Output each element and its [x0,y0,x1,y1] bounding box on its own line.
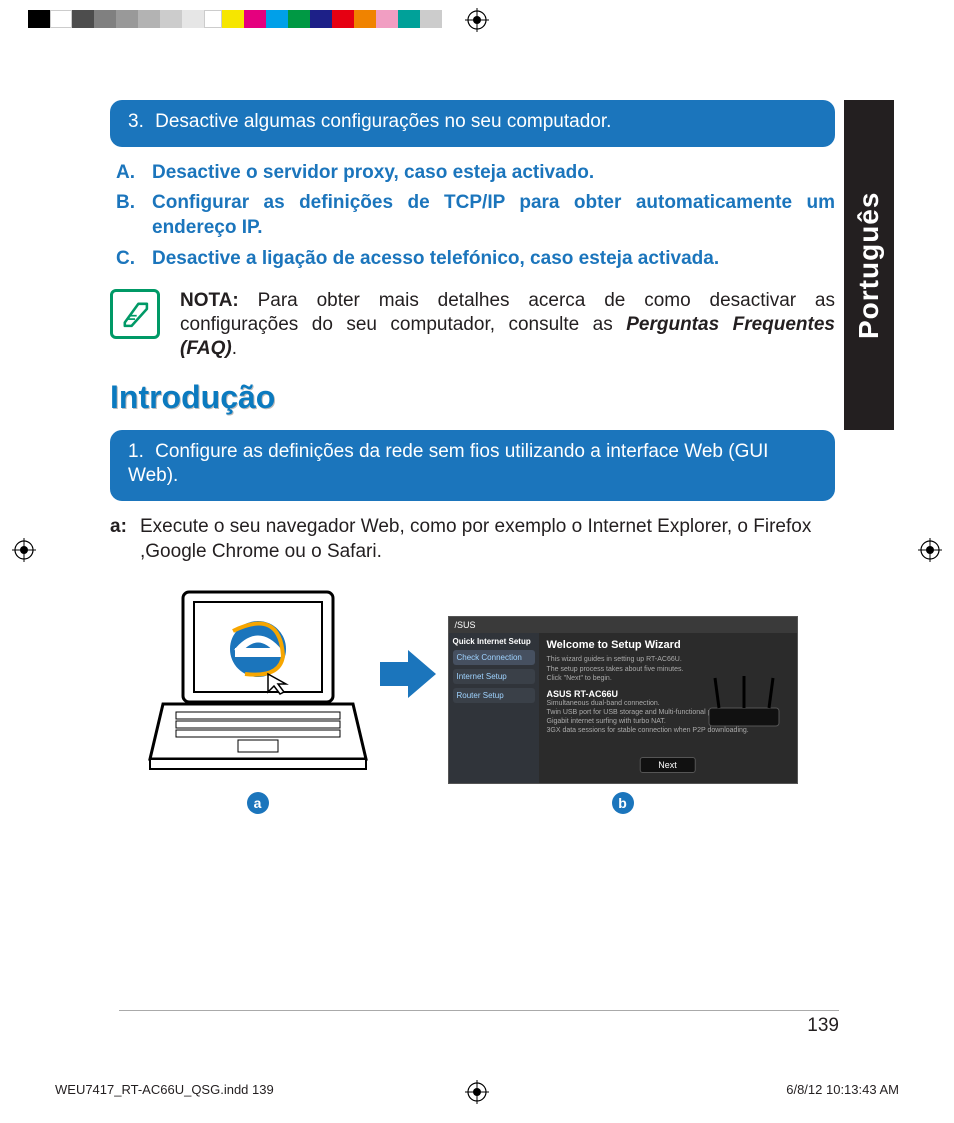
figure-label-b: b [612,792,634,814]
note-text: NOTA: Para obter mais detalhes acerca de… [180,289,835,360]
color-swatch [50,10,72,28]
step-1-number: 1. [128,441,144,462]
wizard-side-item: Router Setup [453,688,535,703]
step-a-text: Execute o seu navegador Web, como por ex… [140,515,835,564]
step-3-text: Desactive algumas configurações no seu c… [155,111,611,132]
note-row: NOTA: Para obter mais detalhes acerca de… [110,289,835,360]
color-swatch [244,10,266,28]
note-tail: . [232,338,237,359]
color-swatch [116,10,138,28]
color-swatch [182,10,204,28]
step-3-number: 3. [128,111,144,132]
abc-item-c: C. Desactive a ligação de acesso telefón… [116,247,835,272]
wizard-intro: This wizard guides in setting up RT-AC66… [547,655,789,664]
page-number: 139 [119,1010,839,1037]
color-swatch [420,10,442,28]
color-swatch [28,10,50,28]
section-title: Introdução [110,379,835,416]
laptop-icon [148,584,368,784]
wizard-intro: The setup process takes about five minut… [547,665,789,674]
abc-item-a: A. Desactive o servidor proxy, caso este… [116,161,835,186]
wizard-brand: /SUS [449,617,797,633]
note-icon [110,289,160,339]
note-label: NOTA: [180,290,239,311]
abc-text: Configurar as definições de TCP/IP para … [152,191,835,240]
color-swatch [310,10,332,28]
abc-label: C. [116,247,152,272]
registration-mark-icon [918,538,942,562]
color-swatch [204,10,222,28]
figure-label-a: a [247,792,269,814]
color-swatch [376,10,398,28]
registration-mark-icon [12,538,36,562]
abc-item-b: B. Configurar as definições de TCP/IP pa… [116,191,835,240]
color-swatch [72,10,94,28]
step-1-text: Configure as definições da rede sem fios… [128,441,768,487]
color-swatch [160,10,182,28]
color-swatch [354,10,376,28]
language-tab: Português [844,100,894,430]
step-a-label: a: [110,515,140,564]
wizard-main: Welcome to Setup Wizard This wizard guid… [539,633,797,783]
wizard-title: Welcome to Setup Wizard [547,639,789,651]
color-calibration-bar [28,10,926,28]
color-swatch [222,10,244,28]
arrow-right-icon [378,644,438,704]
figure-b: /SUS Quick Internet Setup Check Connecti… [448,616,798,814]
abc-list: A. Desactive o servidor proxy, caso este… [116,161,835,272]
figure-row: a /SUS Quick Internet Setup Check Connec… [110,584,835,814]
router-icon [699,673,789,733]
color-swatch [94,10,116,28]
wizard-side-item: Internet Setup [453,669,535,684]
figure-a: a [148,584,368,814]
page-content: 3. Desactive algumas configurações no se… [110,100,835,814]
wizard-next-button: Next [639,757,696,773]
abc-label: B. [116,191,152,240]
color-swatch [266,10,288,28]
color-swatch [138,10,160,28]
step-3-bar: 3. Desactive algumas configurações no se… [110,100,835,147]
wizard-sidebar: Quick Internet Setup Check Connection In… [449,633,539,783]
abc-text: Desactive a ligação de acesso telefónico… [152,247,835,272]
abc-text: Desactive o servidor proxy, caso esteja … [152,161,835,186]
wizard-side-item: Check Connection [453,650,535,665]
wizard-screenshot: /SUS Quick Internet Setup Check Connecti… [448,616,798,784]
slug-right: 6/8/12 10:13:43 AM [786,1082,899,1097]
abc-label: A. [116,161,152,186]
print-slug: WEU7417_RT-AC66U_QSG.indd 139 6/8/12 10:… [55,1082,899,1097]
color-swatch [332,10,354,28]
slug-left: WEU7417_RT-AC66U_QSG.indd 139 [55,1082,274,1097]
step-a: a: Execute o seu navegador Web, como por… [110,515,835,564]
step-1-bar: 1. Configure as definições da rede sem f… [110,430,835,501]
wizard-side-title: Quick Internet Setup [453,637,535,646]
color-swatch [398,10,420,28]
color-swatch [288,10,310,28]
